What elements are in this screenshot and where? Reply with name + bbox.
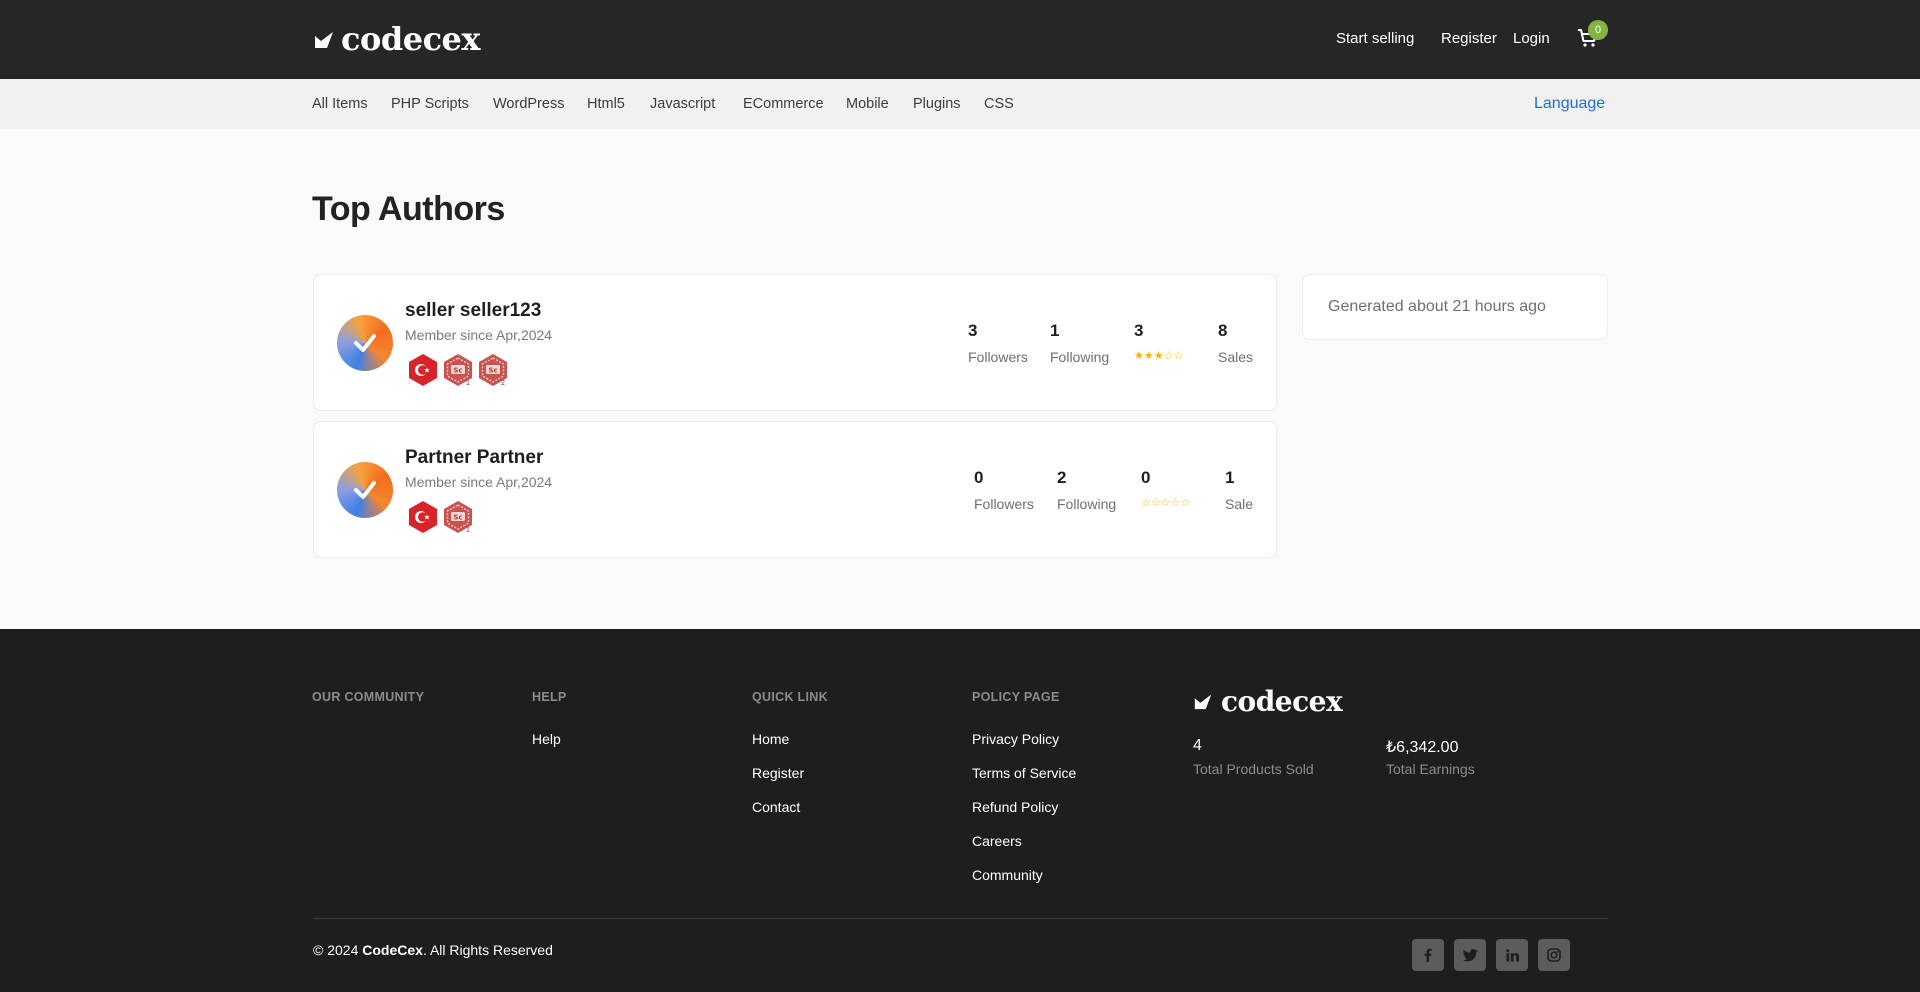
member-since: Member since Apr,2024 bbox=[405, 327, 553, 343]
footer-brand-name: codecex bbox=[1221, 685, 1343, 718]
footer-link-refund-policy[interactable]: Refund Policy bbox=[972, 799, 1058, 815]
copyright-brand: CodeCex bbox=[362, 942, 423, 958]
sales-count: 1 bbox=[1225, 468, 1235, 487]
author-avatar[interactable] bbox=[337, 315, 393, 371]
category-plugins[interactable]: Plugins bbox=[913, 96, 961, 112]
total-earnings-label: Total Earnings bbox=[1386, 761, 1475, 777]
category-css[interactable]: CSS bbox=[984, 96, 1014, 112]
footer-brand-logo[interactable]: codecex bbox=[1193, 685, 1343, 718]
copyright-suffix: . All Rights Reserved bbox=[422, 942, 553, 958]
followers-count: 3 bbox=[968, 321, 978, 340]
generated-info-box: Generated about 21 hours ago bbox=[1302, 274, 1608, 340]
category-php-scripts[interactable]: PHP Scripts bbox=[391, 96, 469, 112]
rating-stat: 0 ☆☆☆☆☆ bbox=[1141, 468, 1190, 509]
footer-link-help[interactable]: Help bbox=[532, 731, 561, 747]
svg-text:1: 1 bbox=[466, 379, 470, 387]
rating-value: 3 bbox=[1134, 321, 1144, 340]
total-products-sold-value: 4 bbox=[1193, 737, 1202, 754]
following-stat[interactable]: 2 Following bbox=[1057, 468, 1116, 512]
followers-label: Followers bbox=[974, 496, 1034, 512]
logo-mark-icon bbox=[313, 28, 335, 50]
following-count: 1 bbox=[1050, 321, 1060, 340]
brand-name: codecex bbox=[341, 20, 480, 58]
author-badges: Sc 1 bbox=[407, 500, 474, 534]
total-products-sold-label: Total Products Sold bbox=[1193, 761, 1314, 777]
login-link[interactable]: Login bbox=[1513, 30, 1550, 47]
category-javascript[interactable]: Javascript bbox=[650, 96, 715, 112]
author-badges: Sc 1 Sc 2 bbox=[407, 353, 509, 387]
sales-count: 8 bbox=[1218, 321, 1228, 340]
author-name[interactable]: Partner Partner bbox=[405, 447, 543, 469]
language-selector[interactable]: Language bbox=[1534, 95, 1605, 113]
footer-link-privacy-policy[interactable]: Privacy Policy bbox=[972, 731, 1059, 747]
svg-text:Sc: Sc bbox=[453, 514, 462, 522]
copyright-prefix: © 2024 bbox=[313, 942, 363, 958]
author-name[interactable]: seller seller123 bbox=[405, 300, 541, 322]
rating-stat: 3 ★★★☆☆ bbox=[1134, 321, 1183, 362]
instagram-icon[interactable] bbox=[1538, 939, 1570, 971]
footer-policy-title: POLICY PAGE bbox=[972, 690, 1060, 704]
register-link[interactable]: Register bbox=[1441, 30, 1497, 47]
total-earnings-value: ₺6,342.00 bbox=[1386, 739, 1459, 756]
followers-stat[interactable]: 3 Followers bbox=[968, 321, 1028, 365]
following-stat[interactable]: 1 Following bbox=[1050, 321, 1109, 365]
rating-value: 0 bbox=[1141, 468, 1151, 487]
following-count: 2 bbox=[1057, 468, 1067, 487]
svg-text:Sc: Sc bbox=[488, 367, 497, 375]
sales-label: Sale bbox=[1225, 496, 1254, 512]
footer-community-title: OUR COMMUNITY bbox=[312, 690, 425, 704]
category-html5[interactable]: Html5 bbox=[587, 96, 625, 112]
category-mobile[interactable]: Mobile bbox=[846, 96, 889, 112]
twitter-icon[interactable] bbox=[1454, 939, 1486, 971]
footer-quick-link-title: QUICK LINK bbox=[752, 690, 828, 704]
category-wordpress[interactable]: WordPress bbox=[493, 96, 564, 112]
svg-text:1: 1 bbox=[466, 526, 470, 534]
rating-stars-icon: ☆☆☆☆☆ bbox=[1141, 497, 1191, 509]
footer-link-careers[interactable]: Careers bbox=[972, 833, 1022, 849]
generated-timestamp: Generated about 21 hours ago bbox=[1328, 298, 1546, 315]
sales-label: Sales bbox=[1218, 349, 1254, 365]
footer-link-contact[interactable]: Contact bbox=[752, 799, 800, 815]
author-avatar[interactable] bbox=[337, 462, 393, 518]
sales-stat: 8 Sales bbox=[1218, 321, 1253, 365]
sales-level-2-badge-icon: Sc 2 bbox=[477, 353, 509, 387]
footer-link-terms-of-service[interactable]: Terms of Service bbox=[972, 765, 1076, 781]
category-nav: All Items PHP Scripts WordPress Html5 Ja… bbox=[0, 79, 1920, 129]
followers-count: 0 bbox=[974, 468, 984, 487]
top-header: codecex Start selling Register Login 0 bbox=[0, 0, 1920, 79]
author-card[interactable]: seller seller123 Member since Apr,2024 S… bbox=[313, 274, 1277, 411]
cart-count-badge: 0 bbox=[1588, 20, 1608, 40]
facebook-icon[interactable] bbox=[1412, 939, 1444, 971]
member-since: Member since Apr,2024 bbox=[405, 474, 553, 490]
author-card[interactable]: Partner Partner Member since Apr,2024 Sc… bbox=[313, 421, 1277, 558]
footer-link-home[interactable]: Home bbox=[752, 731, 789, 747]
following-label: Following bbox=[1057, 496, 1117, 512]
following-label: Following bbox=[1050, 349, 1110, 365]
linkedin-icon[interactable] bbox=[1496, 939, 1528, 971]
followers-label: Followers bbox=[968, 349, 1028, 365]
page-title: Top Authors bbox=[312, 190, 505, 228]
sales-level-1-badge-icon: Sc 1 bbox=[442, 353, 474, 387]
category-ecommerce[interactable]: ECommerce bbox=[743, 96, 824, 112]
sales-stat: 1 Sale bbox=[1225, 468, 1253, 512]
svg-text:Sc: Sc bbox=[453, 367, 462, 375]
copyright-text: © 2024 CodeCex. All Rights Reserved bbox=[313, 942, 553, 958]
site-footer: OUR COMMUNITY HELP QUICK LINK POLICY PAG… bbox=[0, 629, 1920, 992]
followers-stat[interactable]: 0 Followers bbox=[974, 468, 1034, 512]
category-all-items[interactable]: All Items bbox=[312, 96, 368, 112]
footer-divider bbox=[313, 918, 1608, 919]
brand-logo[interactable]: codecex bbox=[313, 20, 480, 58]
svg-text:2: 2 bbox=[501, 379, 505, 387]
sales-level-1-badge-icon: Sc 1 bbox=[442, 500, 474, 534]
turkey-flag-badge-icon bbox=[407, 353, 439, 387]
footer-link-register[interactable]: Register bbox=[752, 765, 804, 781]
footer-help-title: HELP bbox=[532, 690, 567, 704]
turkey-flag-badge-icon bbox=[407, 500, 439, 534]
footer-link-community[interactable]: Community bbox=[972, 867, 1043, 883]
rating-stars-icon: ★★★☆☆ bbox=[1134, 350, 1184, 362]
start-selling-link[interactable]: Start selling bbox=[1336, 30, 1414, 47]
logo-mark-icon bbox=[1193, 691, 1215, 713]
